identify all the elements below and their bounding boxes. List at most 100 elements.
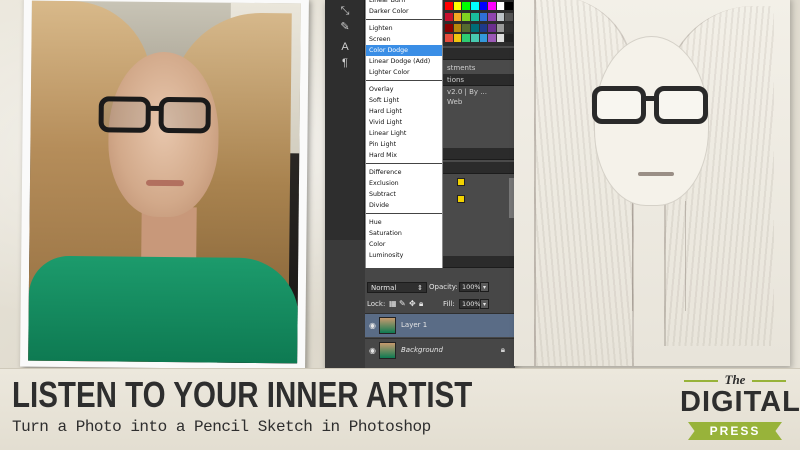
- panel-tab-strip[interactable]: [443, 48, 515, 60]
- color-swatch[interactable]: [470, 34, 479, 43]
- page-subtitle: Turn a Photo into a Pencil Sketch in Pho…: [12, 418, 431, 436]
- blend-mode-option[interactable]: Linear Light: [366, 128, 442, 139]
- path-selection-tool-icon[interactable]: ⤡: [337, 4, 353, 18]
- photo-glasses-right: [158, 96, 211, 134]
- sketch-neck: [632, 201, 686, 311]
- color-swatch[interactable]: [505, 2, 513, 10]
- lock-icon: 🔒︎: [500, 345, 505, 354]
- color-swatch[interactable]: [445, 2, 453, 10]
- layer-thumbnail: [379, 342, 396, 359]
- color-swatch[interactable]: [470, 2, 479, 10]
- color-swatch[interactable]: [462, 12, 470, 21]
- pencil-sketch-image: [514, 0, 790, 366]
- color-swatch[interactable]: [479, 2, 488, 10]
- actions-tab-label[interactable]: tions: [447, 76, 464, 84]
- blend-mode-option[interactable]: Hard Mix: [366, 150, 442, 161]
- color-swatch[interactable]: [496, 2, 505, 10]
- type-tool-icon[interactable]: A: [337, 40, 353, 54]
- blend-mode-option[interactable]: Pin Light: [366, 139, 442, 150]
- blend-mode-option[interactable]: Exclusion: [366, 178, 442, 189]
- blend-mode-option[interactable]: Hue: [366, 217, 442, 228]
- blend-mode-option[interactable]: Luminosity: [366, 250, 442, 261]
- panel-tab-strip-2[interactable]: [443, 162, 515, 174]
- fill-input[interactable]: 100%: [459, 299, 481, 309]
- color-swatch[interactable]: [462, 2, 470, 10]
- lock-transparent-icon[interactable]: ▦: [389, 299, 397, 308]
- visibility-eye-icon[interactable]: ◉: [369, 321, 376, 330]
- color-swatch[interactable]: [505, 12, 513, 21]
- blend-mode-option[interactable]: Screen: [366, 34, 442, 45]
- color-swatch[interactable]: [488, 23, 496, 32]
- blend-mode-value: Normal: [371, 284, 397, 292]
- style-swatch-icon[interactable]: [457, 195, 465, 203]
- right-panels: stments tions v2.0 | By ... Web: [443, 0, 515, 270]
- color-swatch[interactable]: [488, 2, 496, 10]
- lock-position-icon[interactable]: ✥: [409, 299, 416, 308]
- color-swatch[interactable]: [470, 12, 479, 21]
- color-swatch[interactable]: [479, 23, 488, 32]
- photo-mouth: [145, 179, 185, 187]
- blend-mode-option[interactable]: Linear Dodge (Add): [366, 56, 442, 67]
- color-swatch[interactable]: [470, 23, 479, 32]
- photoshop-screenshot: ⤡ ✎ A ¶ stments tions v2.0 | By ... Web …: [325, 0, 515, 368]
- color-swatch[interactable]: [496, 23, 505, 32]
- color-swatch[interactable]: [505, 23, 513, 32]
- color-swatch[interactable]: [453, 23, 462, 32]
- photo-image: [28, 0, 301, 364]
- blend-mode-option[interactable]: Divide: [366, 200, 442, 211]
- pen-tool-icon[interactable]: ✎: [337, 20, 353, 34]
- style-swatch-icon[interactable]: [457, 178, 465, 186]
- blend-mode-option[interactable]: Overlay: [366, 84, 442, 95]
- color-swatch[interactable]: [488, 12, 496, 21]
- opacity-input[interactable]: 100%: [459, 282, 481, 292]
- blend-mode-option[interactable]: Subtract: [366, 189, 442, 200]
- blend-mode-select[interactable]: Normal ⇕: [367, 282, 427, 293]
- layer-row-background[interactable]: ◉ Background 🔒︎: [365, 338, 515, 362]
- color-swatch[interactable]: [505, 34, 513, 43]
- color-swatch[interactable]: [453, 12, 462, 21]
- lock-all-icon[interactable]: 🔒︎: [419, 299, 423, 309]
- blend-mode-option[interactable]: Vivid Light: [366, 117, 442, 128]
- blend-mode-option[interactable]: Lighten: [366, 23, 442, 34]
- layers-tab-strip[interactable]: [443, 256, 515, 268]
- opacity-dropdown-arrow-icon[interactable]: ▾: [480, 282, 489, 292]
- lock-image-icon[interactable]: ✎: [399, 299, 406, 308]
- color-swatch[interactable]: [479, 34, 488, 43]
- adjustments-tab-label[interactable]: stments: [447, 64, 475, 72]
- action-web-label[interactable]: Web: [447, 98, 462, 106]
- blend-mode-option[interactable]: Darker Color: [366, 6, 442, 17]
- layer-row-layer-1[interactable]: ◉ Layer 1: [365, 313, 515, 337]
- layer-name: Layer 1: [401, 321, 428, 329]
- blend-mode-option[interactable]: Soft Light: [366, 95, 442, 106]
- blend-mode-option[interactable]: Color: [366, 239, 442, 250]
- fill-dropdown-arrow-icon[interactable]: ▾: [480, 299, 489, 309]
- color-swatch[interactable]: [445, 23, 453, 32]
- color-swatch[interactable]: [453, 2, 462, 10]
- original-photo: [20, 0, 309, 370]
- photo-green-shirt: [28, 255, 300, 364]
- color-swatch[interactable]: [496, 34, 505, 43]
- color-swatch[interactable]: [445, 34, 453, 43]
- action-set-label[interactable]: v2.0 | By ...: [447, 88, 487, 96]
- color-swatch[interactable]: [453, 34, 462, 43]
- sketch-glasses-left: [592, 86, 646, 124]
- lock-label: Lock:: [367, 300, 386, 308]
- blend-mode-option[interactable]: Lighter Color: [366, 67, 442, 78]
- color-swatch[interactable]: [488, 34, 496, 43]
- menu-separator: [366, 211, 442, 217]
- color-swatch[interactable]: [462, 23, 470, 32]
- blend-mode-option[interactable]: Saturation: [366, 228, 442, 239]
- page-title: LISTEN TO YOUR INNER ARTIST: [12, 374, 473, 415]
- blend-mode-dropdown[interactable]: Linear Burn Darker Color Lighten Screen Colo…: [365, 0, 443, 284]
- color-swatch[interactable]: [445, 12, 453, 21]
- color-swatch[interactable]: [462, 34, 470, 43]
- blend-mode-option[interactable]: Hard Light: [366, 106, 442, 117]
- color-swatch[interactable]: [496, 12, 505, 21]
- blend-mode-option[interactable]: Difference: [366, 167, 442, 178]
- color-swatch[interactable]: [479, 12, 488, 21]
- blend-mode-option[interactable]: Color Dodge: [366, 45, 442, 56]
- paragraph-icon[interactable]: ¶: [337, 56, 353, 70]
- menu-separator: [366, 161, 442, 167]
- photo-face: [107, 51, 220, 218]
- visibility-eye-icon[interactable]: ◉: [369, 346, 376, 355]
